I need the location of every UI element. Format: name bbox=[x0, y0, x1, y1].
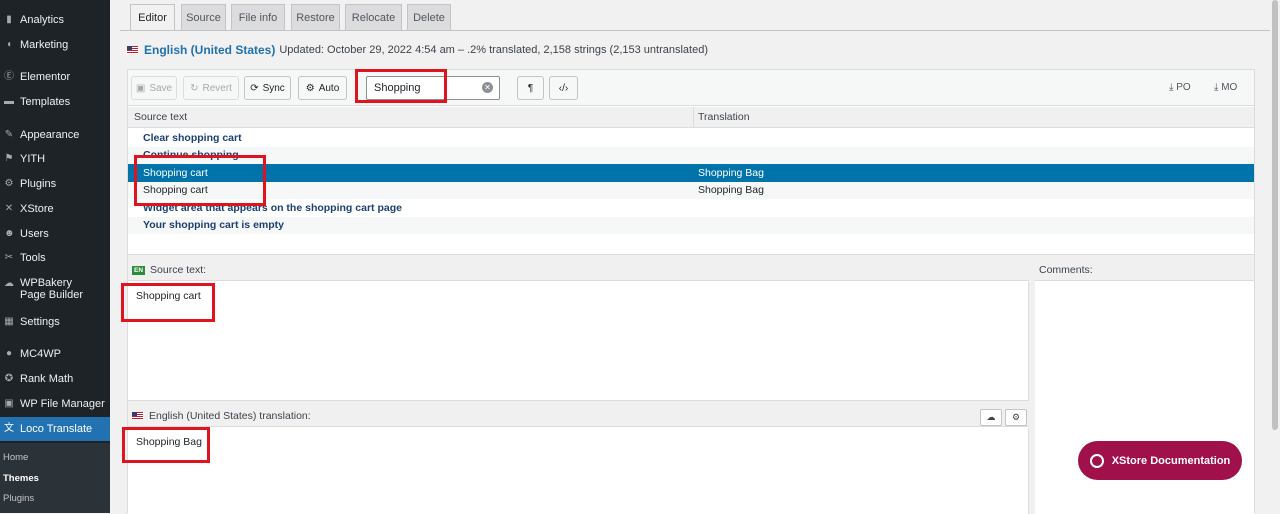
megaphone-icon: ◖ bbox=[5, 39, 13, 50]
search-icon bbox=[1089, 453, 1104, 468]
sidebar-item-marketing[interactable]: ◖ Marketing bbox=[0, 33, 110, 57]
strings-table-header: Source text Translation bbox=[128, 107, 1254, 128]
sidebar-item-settings[interactable]: ▦ Settings bbox=[0, 310, 110, 334]
sidebar-item-tools[interactable]: ✂ Tools bbox=[0, 246, 110, 270]
wrench-icon: ✂ bbox=[4, 252, 14, 263]
lang-badge: EN bbox=[132, 265, 146, 275]
yith-icon: ⚑ bbox=[4, 153, 14, 164]
locale-header: English (United States) Updated: October… bbox=[127, 43, 708, 57]
auto-button[interactable]: ⚙ Auto bbox=[298, 76, 347, 100]
submenu-home[interactable]: Home bbox=[3, 452, 28, 463]
sidebar-item-analytics[interactable]: ▮ Analytics bbox=[0, 8, 110, 32]
table-row[interactable]: Shopping cart Shopping Bag bbox=[128, 181, 1254, 199]
sync-icon: ⟳ bbox=[250, 82, 259, 94]
sync-button[interactable]: ⟳ Sync bbox=[244, 76, 291, 100]
revert-icon: ↻ bbox=[190, 82, 199, 94]
download-mo-button[interactable]: ⤓ MO bbox=[1214, 82, 1237, 93]
settings-icon: ▦ bbox=[4, 316, 14, 327]
editor-toolbar: ▣Save ↻Revert ⟳Sync ⚙Auto ✕ ¶ ‹/› ⤓ PO ⤓… bbox=[128, 70, 1254, 106]
source-text-view: Shopping cart bbox=[128, 282, 1029, 400]
file-manager-icon: ▣ bbox=[4, 398, 14, 409]
sidebar-item-wp-file-manager[interactable]: ▣ WP File Manager bbox=[0, 392, 110, 416]
xstore-documentation-button[interactable]: XStore Documentation bbox=[1078, 441, 1242, 480]
table-row[interactable]: Clear shopping cart bbox=[128, 129, 1254, 147]
plug-icon: ⚙ bbox=[4, 178, 14, 189]
translation-panel-label: English (United States) translation: bbox=[149, 410, 311, 422]
tab-divider bbox=[120, 30, 1270, 31]
loco-submenu: Home Themes Plugins bbox=[0, 443, 110, 513]
mc4wp-icon: ● bbox=[5, 348, 13, 359]
comments-label: Comments: bbox=[1039, 264, 1093, 276]
admin-sidebar: ▮ Analytics ◖ Marketing Ⓔ Elementor ▬ Templa… bbox=[0, 0, 110, 513]
submenu-plugins[interactable]: Plugins bbox=[3, 493, 34, 504]
column-header-source[interactable]: Source text bbox=[134, 111, 187, 123]
bar-chart-icon: ▮ bbox=[6, 14, 12, 25]
source-panel-label: Source text: bbox=[150, 264, 207, 276]
search-input[interactable] bbox=[367, 77, 477, 99]
tab-source[interactable]: Source bbox=[181, 4, 226, 30]
sidebar-item-xstore[interactable]: ✕ XStore bbox=[0, 197, 110, 221]
download-po-button[interactable]: ⤓ PO bbox=[1169, 82, 1191, 93]
cloud-suggest-icon[interactable]: ☁ bbox=[980, 409, 1002, 426]
code-icon: ‹/› bbox=[558, 82, 569, 94]
search-box: ✕ bbox=[366, 76, 500, 100]
sidebar-item-rank-math[interactable]: ✪ Rank Math bbox=[0, 367, 110, 391]
cloud-icon: ☁ bbox=[4, 278, 14, 289]
tab-restore[interactable]: Restore bbox=[291, 4, 340, 30]
folder-icon: ▬ bbox=[4, 96, 14, 107]
tab-editor[interactable]: Editor bbox=[130, 4, 175, 31]
sidebar-item-loco-translate[interactable]: 文 Loco Translate bbox=[0, 417, 110, 441]
us-flag-icon bbox=[127, 46, 138, 54]
robot-icon[interactable]: ⚙ bbox=[1005, 409, 1027, 426]
robot-icon: ⚙ bbox=[305, 82, 315, 94]
clear-search-icon[interactable]: ✕ bbox=[482, 82, 493, 93]
users-icon: ☻ bbox=[4, 228, 15, 239]
show-code-button[interactable]: ‹/› bbox=[549, 76, 578, 100]
save-button[interactable]: ▣ Save bbox=[131, 76, 177, 100]
us-flag-icon bbox=[132, 412, 143, 420]
show-invisibles-button[interactable]: ¶ bbox=[517, 76, 544, 100]
sidebar-item-elementor[interactable]: Ⓔ Elementor bbox=[0, 65, 110, 89]
translation-textarea[interactable]: Shopping Bag bbox=[128, 428, 1029, 514]
source-panel-header: EN Source text: bbox=[128, 260, 1029, 281]
tab-file-info[interactable]: File info bbox=[231, 4, 285, 30]
main-content: Editor Source File info Restore Relocate… bbox=[110, 0, 1280, 514]
table-row-selected[interactable]: Shopping cart Shopping Bag bbox=[128, 164, 1254, 182]
sidebar-item-appearance[interactable]: ✎ Appearance bbox=[0, 123, 110, 147]
translate-icon: 文 bbox=[4, 423, 14, 434]
sidebar-item-templates[interactable]: ▬ Templates bbox=[0, 90, 110, 114]
translation-panel-header: English (United States) translation: ☁ ⚙ bbox=[128, 406, 1029, 427]
elementor-icon: Ⓔ bbox=[4, 71, 14, 82]
revert-button[interactable]: ↻ Revert bbox=[183, 76, 239, 100]
sidebar-item-wpbakery[interactable]: ☁ WPBakery Page Builder bbox=[0, 277, 110, 305]
sidebar-item-yith[interactable]: ⚑ YITH bbox=[0, 147, 110, 171]
save-icon: ▣ bbox=[135, 82, 146, 94]
table-row[interactable]: Continue shopping bbox=[128, 146, 1254, 164]
scrollbar-thumb[interactable] bbox=[1272, 0, 1278, 430]
sidebar-item-users[interactable]: ☻ Users bbox=[0, 222, 110, 246]
submenu-themes[interactable]: Themes bbox=[3, 473, 39, 484]
tab-delete[interactable]: Delete bbox=[407, 4, 451, 30]
locale-meta: Updated: October 29, 2022 4:54 am – .2% … bbox=[279, 44, 708, 56]
table-row[interactable]: Your shopping cart is empty bbox=[128, 216, 1254, 234]
rank-math-icon: ✪ bbox=[4, 373, 14, 384]
sidebar-item-plugins[interactable]: ⚙ Plugins bbox=[0, 172, 110, 196]
column-header-translation[interactable]: Translation bbox=[698, 111, 750, 123]
sidebar-item-mc4wp[interactable]: ● MC4WP bbox=[0, 342, 110, 366]
comments-panel-header: Comments: bbox=[1035, 260, 1254, 281]
pilcrow-icon: ¶ bbox=[527, 82, 534, 94]
locale-name[interactable]: English (United States) bbox=[144, 43, 275, 57]
table-row[interactable]: Widget area that appears on the shopping… bbox=[128, 199, 1254, 217]
xstore-icon: ✕ bbox=[4, 203, 14, 214]
paintbrush-icon: ✎ bbox=[4, 129, 14, 140]
tab-relocate[interactable]: Relocate bbox=[345, 4, 402, 30]
